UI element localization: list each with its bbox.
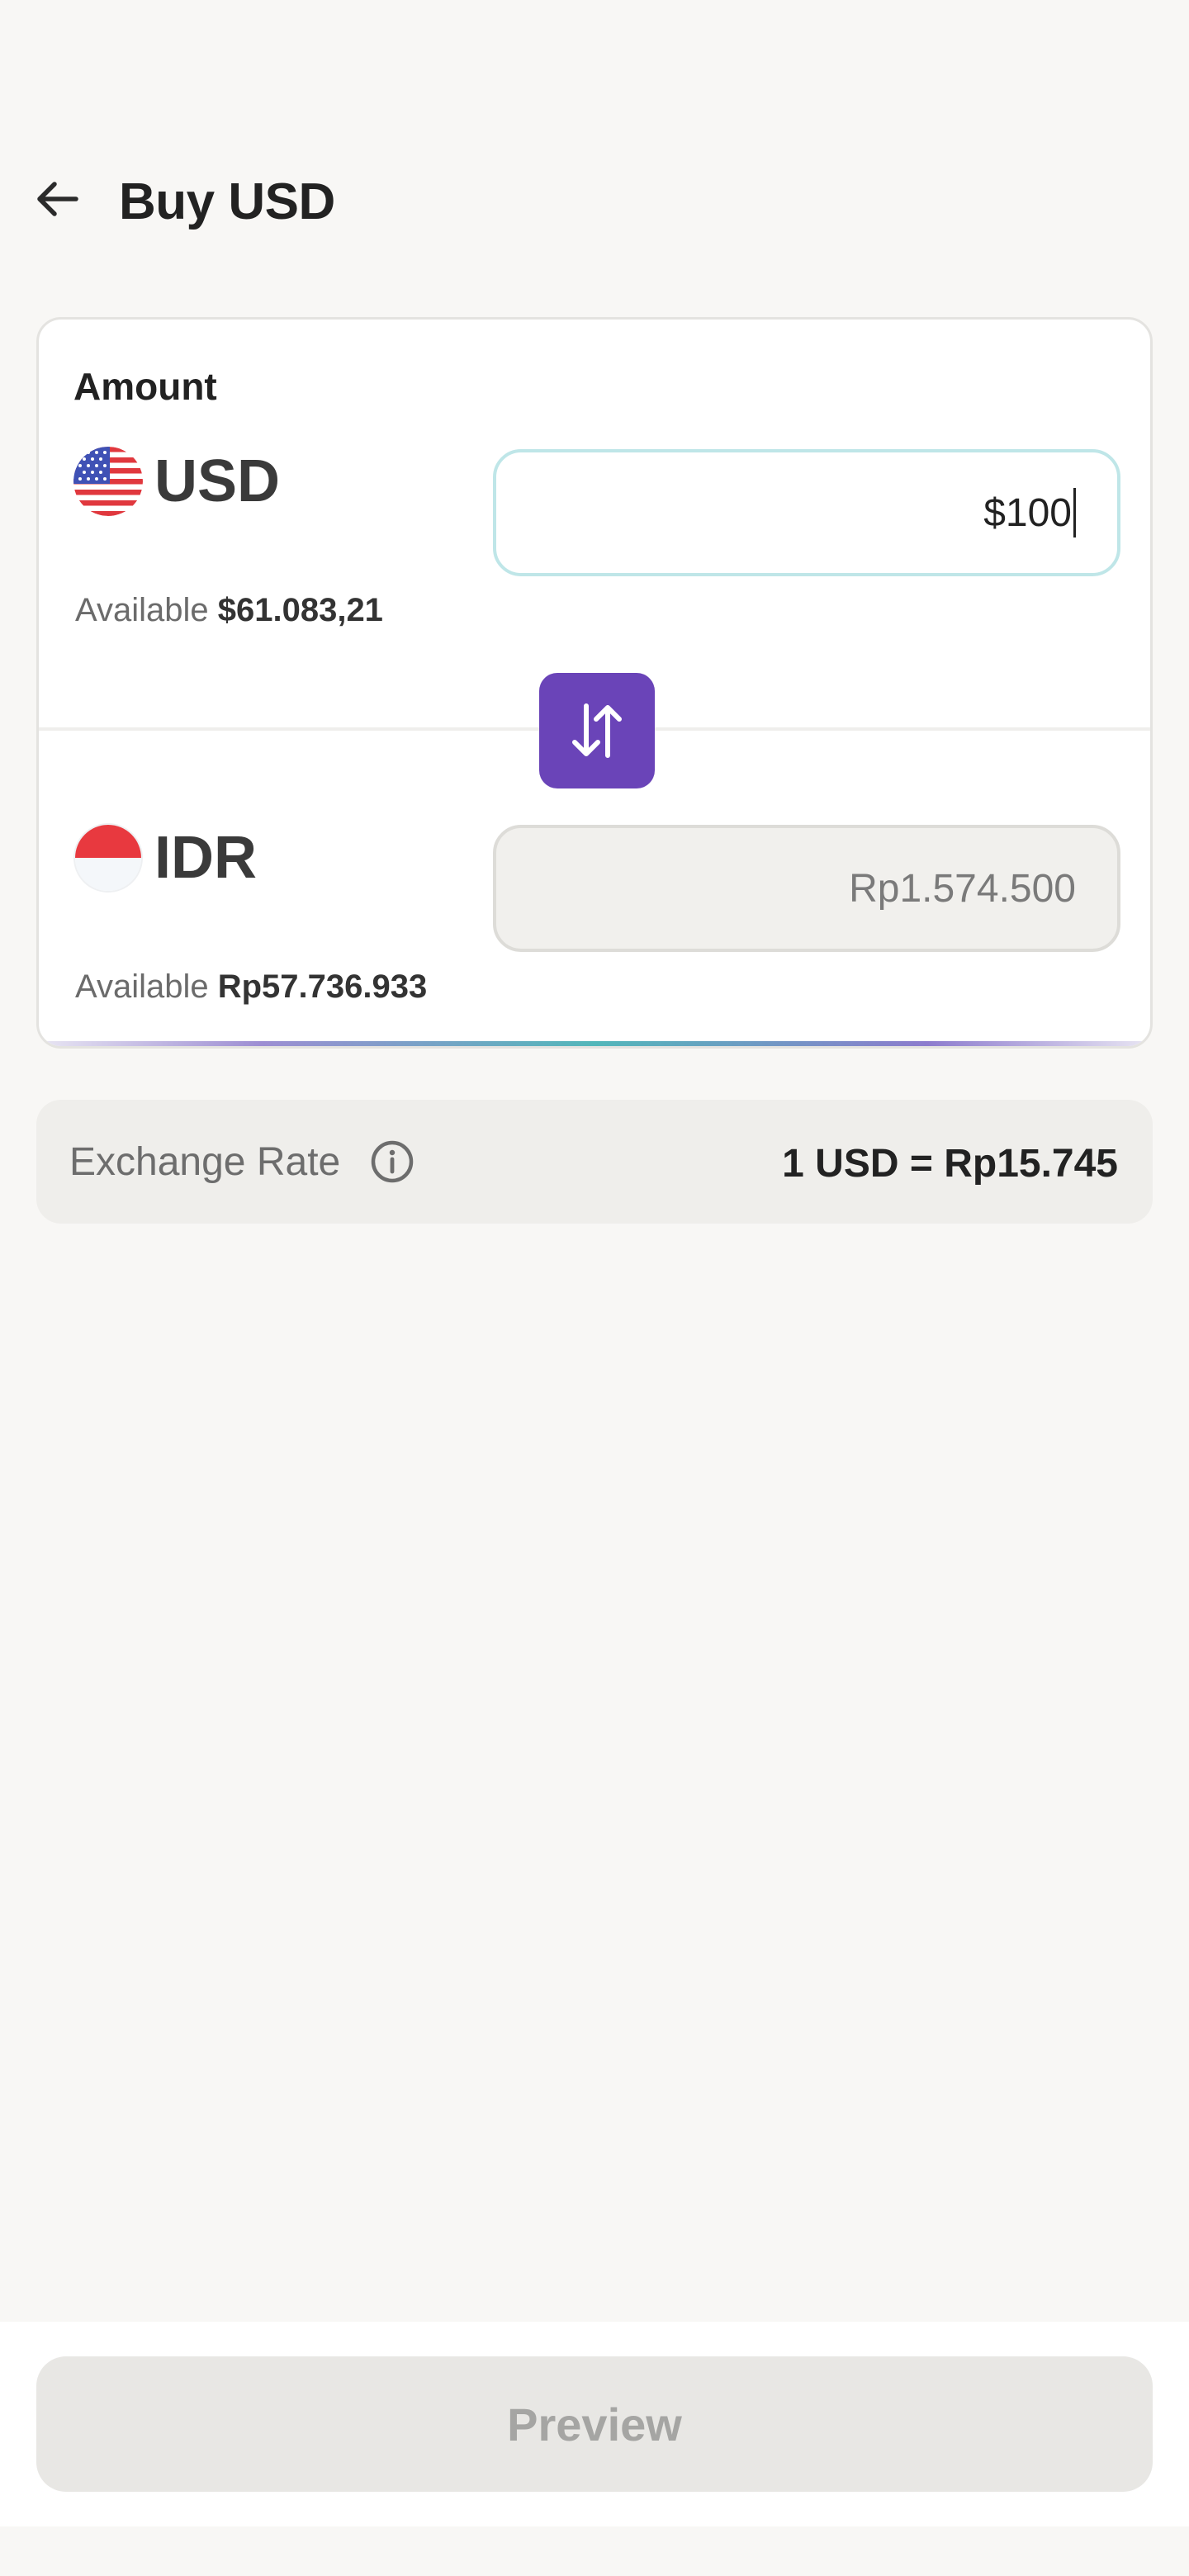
app-header: Buy USD [0,161,1189,244]
usd-amount-value: $100 [983,490,1072,535]
idr-available-value: Rp57.736.933 [217,968,428,1005]
bottom-action-bar: Preview [0,2322,1189,2526]
info-icon[interactable] [367,1136,418,1187]
usd-amount-input[interactable]: $100 [493,449,1120,576]
text-caret [1073,488,1076,537]
amount-label: Amount [73,365,217,408]
preview-button[interactable]: Preview [36,2356,1153,2492]
swap-vertical-icon [572,703,622,758]
to-currency-code: IDR [154,825,257,891]
idr-amount-input[interactable]: Rp1.574.500 [493,825,1120,952]
idr-available-label: Available [75,968,209,1005]
page-title: Buy USD [119,173,335,230]
amount-card: Amount USD $100 Available $61.083,21 IDR… [36,317,1153,1049]
from-currency: USD [73,444,280,519]
usd-available-label: Available [75,592,209,628]
indonesia-flag-icon [73,823,143,893]
to-currency: IDR [73,821,257,895]
exchange-rate-value: 1 USD = Rp15.745 [782,1142,1118,1186]
exchange-rate-box: Exchange Rate 1 USD = Rp15.745 [36,1100,1153,1224]
back-button[interactable] [26,168,89,230]
swap-currencies-button[interactable] [539,673,655,788]
card-accent-line [39,1041,1150,1046]
usd-available-balance: Available $61.083,21 [75,592,383,629]
arrow-left-icon [37,182,78,216]
usd-available-value: $61.083,21 [217,592,383,628]
from-currency-code: USD [154,448,281,514]
idr-amount-value: Rp1.574.500 [849,866,1076,911]
idr-available-balance: Available Rp57.736.933 [75,968,427,1006]
exchange-rate-label: Exchange Rate [69,1140,341,1184]
us-flag-icon [73,447,143,516]
